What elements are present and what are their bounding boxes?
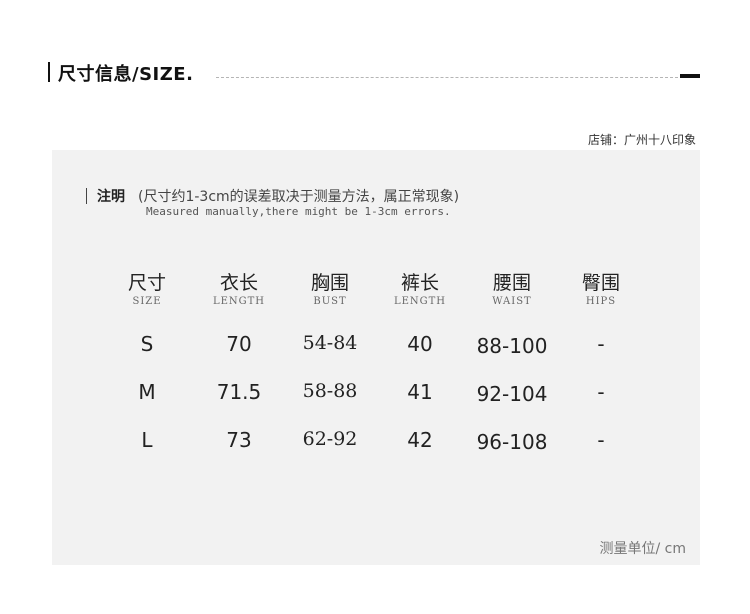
column-header-size: 尺寸 [127,272,166,294]
note-title: 注明 [97,189,125,205]
column-subheader-size: SIZE [132,296,162,307]
table-cell-hips: - [597,332,605,356]
table-cell-bust: 58-88 [302,380,358,402]
section-title: 尺寸信息/SIZE. [58,64,194,85]
table-cell-pants-length: 41 [407,380,433,404]
size-info-page: 尺寸信息/SIZE. 店铺：广州十八印象 注明 (尺寸约1-3cm的误差取决于测… [0,0,750,614]
column-subheader-length: LENGTH [212,296,266,307]
table-cell-waist: 96-108 [476,430,548,454]
note-text: (尺寸约1-3cm的误差取决于测量方法，属正常现象) [138,189,460,205]
column-header-bust: 胸围 [310,272,349,294]
table-cell-hips: - [597,380,605,404]
table-cell-size: L [141,428,153,452]
table-cell-bust: 54-84 [302,332,358,354]
table-cell-pants-length: 42 [407,428,433,452]
note-english: Measured manually,there might be 1-3cm e… [146,205,451,218]
note-accent-bar [86,188,87,204]
table-cell-length: 71.5 [216,380,262,404]
table-cell-pants-length: 40 [407,332,433,356]
header-end-mark [680,74,700,78]
size-chart-panel: 注明 (尺寸约1-3cm的误差取决于测量方法，属正常现象) Measured m… [52,150,700,565]
table-cell-waist: 88-100 [476,334,548,358]
column-header-pants-length: 裤长 [400,272,439,294]
section-header: 尺寸信息/SIZE. [48,58,700,88]
measurement-unit: 测量单位/ cm [599,541,686,557]
table-cell-length: 73 [226,428,252,452]
column-subheader-pants-length: LENGTH [393,296,447,307]
table-cell-size: S [140,332,154,356]
column-header-waist: 腰围 [492,272,531,294]
column-header-hips: 臀围 [581,272,620,294]
table-cell-bust: 62-92 [302,428,358,450]
header-dashed-divider [216,77,678,78]
table-cell-hips: - [597,428,605,452]
header-accent-bar [48,62,50,82]
table-cell-size: M [138,380,156,404]
table-cell-length: 70 [226,332,252,356]
column-subheader-waist: WAIST [492,296,532,307]
table-cell-waist: 92-104 [476,382,548,406]
column-header-length: 衣长 [219,272,258,294]
column-subheader-bust: BUST [313,296,347,307]
shop-label: 店铺：广州十八印象 [587,133,696,147]
column-subheader-hips: HIPS [585,296,617,307]
